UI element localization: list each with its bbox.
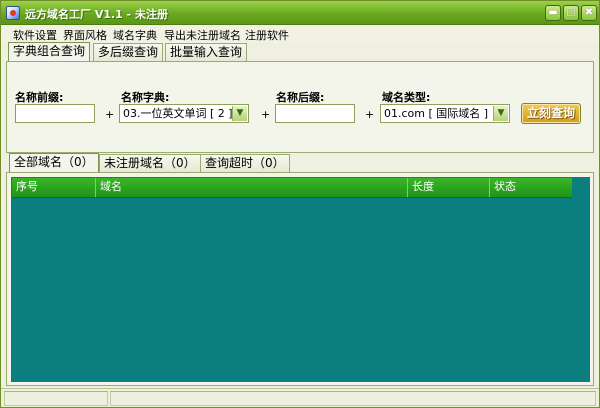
dict-label: 名称字典: [121, 91, 170, 104]
menu-export-unregistered[interactable]: 导出未注册域名 [164, 27, 241, 43]
app-logo-icon [6, 6, 20, 20]
menu-interface-style[interactable]: 界面风格 [63, 27, 107, 43]
results-grid[interactable]: 序号 域名 长度 状态 [11, 177, 590, 382]
type-label: 域名类型: [382, 91, 431, 104]
column-header-length[interactable]: 长度 [408, 178, 490, 197]
dictionary-select-value: 03.一位英文单词 [ 2 ] [123, 107, 233, 120]
grid-header: 序号 域名 长度 状态 [12, 178, 572, 198]
menu-register-software[interactable]: 注册软件 [245, 27, 289, 43]
window-title: 远方域名工厂 V1.1 - 未注册 [25, 8, 169, 21]
app-window: 远方域名工厂 V1.1 - 未注册 ▬ ▢ ✖ 软件设置 界面风格 域名字典 导… [0, 0, 600, 408]
prefix-label: 名称前缀: [15, 91, 64, 104]
status-segment [110, 391, 596, 406]
close-icon[interactable]: ✖ [581, 5, 597, 21]
status-bar [1, 388, 599, 407]
plus-sign: + [261, 108, 271, 121]
dropdown-arrow-icon[interactable]: ▼ [493, 106, 508, 121]
tab-dictionary-combo-query[interactable]: 字典组合查询 [8, 42, 91, 62]
dropdown-arrow-icon[interactable]: ▼ [232, 106, 247, 121]
minimize-icon[interactable]: ▬ [545, 5, 561, 21]
menu-domain-dictionary[interactable]: 域名字典 [113, 27, 157, 43]
status-segment [4, 391, 108, 406]
tab-unregistered-domains[interactable]: 未注册域名（0） [99, 154, 201, 173]
suffix-input[interactable] [275, 104, 355, 123]
column-header-status[interactable]: 状态 [490, 178, 572, 197]
column-header-index[interactable]: 序号 [12, 178, 96, 197]
tab-all-domains[interactable]: 全部域名（0） [9, 153, 99, 173]
domain-type-select-value: 01.com [ 国际域名 ] [384, 107, 489, 120]
maximize-icon[interactable]: ▢ [563, 5, 579, 21]
tab-query-timeout[interactable]: 查询超时（0） [200, 154, 290, 173]
menu-bar: 软件设置 界面风格 域名字典 导出未注册域名 注册软件 [1, 25, 599, 43]
domain-type-select[interactable]: 01.com [ 国际域名 ] ▼ [380, 104, 510, 123]
suffix-label: 名称后缀: [276, 91, 325, 104]
plus-sign: + [105, 108, 115, 121]
prefix-input[interactable] [15, 104, 95, 123]
plus-sign: + [365, 108, 375, 121]
title-bar[interactable]: 远方域名工厂 V1.1 - 未注册 ▬ ▢ ✖ [1, 1, 599, 25]
tab-multi-suffix-query[interactable]: 多后缀查询 [93, 43, 164, 62]
tab-batch-input-query[interactable]: 批量输入查询 [165, 43, 248, 62]
menu-software-settings[interactable]: 软件设置 [13, 27, 57, 43]
dictionary-select[interactable]: 03.一位英文单词 [ 2 ] ▼ [119, 104, 249, 123]
query-now-button[interactable]: 立刻查询 [521, 103, 581, 124]
column-header-domain[interactable]: 域名 [96, 178, 408, 197]
